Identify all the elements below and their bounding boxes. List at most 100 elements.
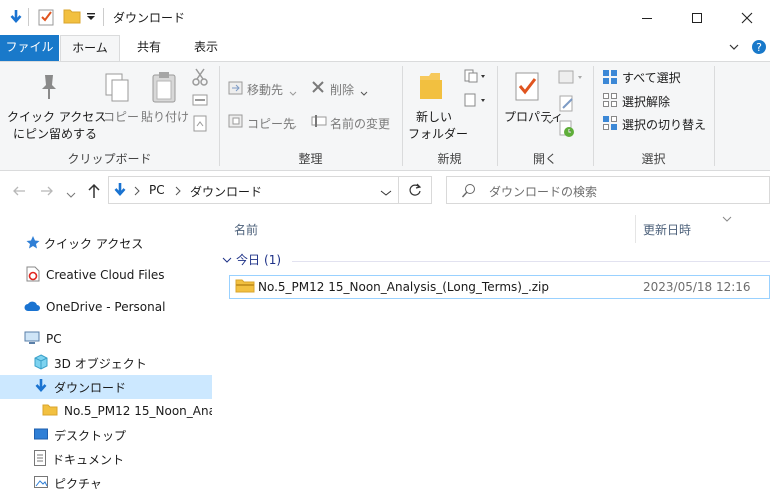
nav-pc[interactable]: PC <box>0 327 212 351</box>
properties-icon[interactable] <box>514 70 542 105</box>
tab-view[interactable]: 表示 <box>180 35 232 61</box>
new-folder-icon[interactable] <box>63 8 81 27</box>
group-header-today[interactable]: 今日 (1) <box>222 251 281 268</box>
desktop-icon <box>34 428 48 443</box>
chevron-down-icon[interactable] <box>728 41 740 56</box>
breadcrumb-chevron-icon[interactable] <box>174 185 182 199</box>
invert-selection-button[interactable]: 選択の切り替え <box>622 116 706 133</box>
nav-creative-cloud[interactable]: Creative Cloud Files <box>0 263 212 287</box>
properties-chevron-icon[interactable] <box>546 114 554 128</box>
customize-chevron-icon[interactable] <box>86 11 96 25</box>
tab-home[interactable]: ホーム <box>60 35 120 61</box>
move-to-icon[interactable] <box>228 80 244 99</box>
select-none-button[interactable]: 選択解除 <box>622 93 670 110</box>
nav-downloads[interactable]: ダウンロード <box>0 375 212 399</box>
copy-icon[interactable] <box>104 72 130 107</box>
navigation-pane: クイック アクセス Creative Cloud Files OneDrive … <box>0 211 214 495</box>
select-none-icon[interactable] <box>602 92 618 111</box>
group-label-open: 開く <box>532 152 557 166</box>
picture-icon <box>34 475 48 491</box>
star-icon <box>26 235 40 252</box>
pin-label[interactable]: クイック アクセス <box>7 108 106 125</box>
pin-icon[interactable] <box>36 72 62 105</box>
svg-text:?: ? <box>756 41 762 54</box>
search-box[interactable]: ダウンロードの検索 <box>446 176 770 204</box>
group-divider <box>292 261 770 262</box>
properties-icon[interactable] <box>38 8 55 29</box>
copy-to-chevron-icon[interactable] <box>289 120 297 134</box>
address-history-chevron-icon[interactable] <box>380 186 392 200</box>
new-folder-icon[interactable] <box>418 70 444 105</box>
nav-download-child[interactable]: No.5_PM12 15_Noon_Analysis_(Long_Terms)_ <box>0 399 212 423</box>
new-folder-label-2[interactable]: フォルダー <box>408 125 468 142</box>
rename-icon[interactable] <box>311 114 327 131</box>
divider <box>28 8 29 26</box>
file-list: 名前 更新日時 今日 (1) No.5_PM12 15_Noon_Analysi… <box>214 211 770 495</box>
download-arrow-icon[interactable] <box>9 9 23 28</box>
maximize-button[interactable] <box>674 0 720 35</box>
nav-documents[interactable]: ドキュメント <box>0 447 212 471</box>
cloud-icon <box>24 300 40 315</box>
up-arrow-icon[interactable] <box>87 183 101 202</box>
refresh-button[interactable] <box>399 176 432 204</box>
forward-arrow-icon[interactable] <box>40 184 54 201</box>
title-bar: ダウンロード <box>0 0 770 35</box>
tab-share[interactable]: 共有 <box>124 35 174 61</box>
nav-3d-objects[interactable]: 3D オブジェクト <box>0 351 212 375</box>
edit-icon[interactable] <box>558 95 576 116</box>
copy-path-icon[interactable] <box>192 93 208 110</box>
address-bar[interactable]: PC ダウンロード <box>108 176 399 204</box>
paste-shortcut-icon[interactable] <box>193 114 207 135</box>
copy-to-icon[interactable] <box>228 113 244 132</box>
ribbon-tabs: ファイル ホーム 共有 表示 ? <box>0 35 770 61</box>
move-to-chevron-icon[interactable] <box>289 86 297 100</box>
chevron-down-icon <box>222 253 232 267</box>
new-item-icon[interactable] <box>464 68 488 87</box>
delete-button[interactable]: 削除 <box>330 81 354 98</box>
divider <box>103 8 104 26</box>
nav-desktop[interactable]: デスクトップ <box>0 423 212 447</box>
pin-label-2[interactable]: にピン留めする <box>13 125 97 142</box>
select-all-button[interactable]: すべて選択 <box>622 69 681 86</box>
breadcrumb-pc[interactable]: PC <box>149 183 165 197</box>
recent-chevron-icon[interactable] <box>66 188 76 202</box>
new-folder-label[interactable]: 新しい <box>416 108 452 125</box>
copy-button[interactable]: コピー <box>103 108 139 125</box>
group-label-new: 新規 <box>437 152 462 166</box>
nav-quick-access[interactable]: クイック アクセス <box>0 231 212 255</box>
close-button[interactable] <box>724 0 770 35</box>
group-label-select: 選択 <box>641 152 666 166</box>
nav-onedrive[interactable]: OneDrive - Personal <box>0 295 212 319</box>
download-arrow-icon <box>113 182 127 201</box>
paste-icon[interactable] <box>150 70 178 107</box>
move-to-button[interactable]: 移動先 <box>247 81 283 98</box>
select-all-icon[interactable] <box>602 69 618 88</box>
rename-button[interactable]: 名前の変更 <box>330 115 390 132</box>
search-input[interactable]: ダウンロードの検索 <box>489 183 597 200</box>
file-name: No.5_PM12 15_Noon_Analysis_(Long_Terms)_… <box>258 280 550 294</box>
zip-folder-icon <box>235 279 255 296</box>
help-icon[interactable]: ? <box>751 39 767 58</box>
open-icon[interactable] <box>558 69 586 88</box>
document-icon <box>34 449 46 469</box>
column-header-date[interactable]: 更新日時 <box>643 221 691 238</box>
properties-button[interactable]: プロパティ <box>504 108 563 125</box>
folder-icon <box>42 404 58 419</box>
creative-cloud-icon <box>26 266 40 285</box>
minimize-button[interactable] <box>624 0 670 35</box>
easy-access-icon[interactable] <box>464 92 488 111</box>
invert-selection-icon[interactable] <box>602 115 618 134</box>
delete-chevron-icon[interactable] <box>360 86 368 100</box>
copy-to-button[interactable]: コピー先 <box>247 115 295 132</box>
breadcrumb-chevron-icon[interactable] <box>133 185 141 199</box>
back-arrow-icon[interactable] <box>12 184 26 201</box>
delete-icon[interactable] <box>311 79 325 98</box>
group-label-clipboard: クリップボード <box>67 152 152 166</box>
breadcrumb-downloads[interactable]: ダウンロード <box>190 183 262 200</box>
paste-button[interactable]: 貼り付け <box>141 108 189 125</box>
nav-pictures[interactable]: ピクチャ <box>0 471 212 495</box>
cut-icon[interactable] <box>192 68 208 89</box>
column-header-name[interactable]: 名前 <box>234 221 258 238</box>
tab-file[interactable]: ファイル <box>0 35 59 61</box>
history-icon[interactable] <box>558 120 576 141</box>
